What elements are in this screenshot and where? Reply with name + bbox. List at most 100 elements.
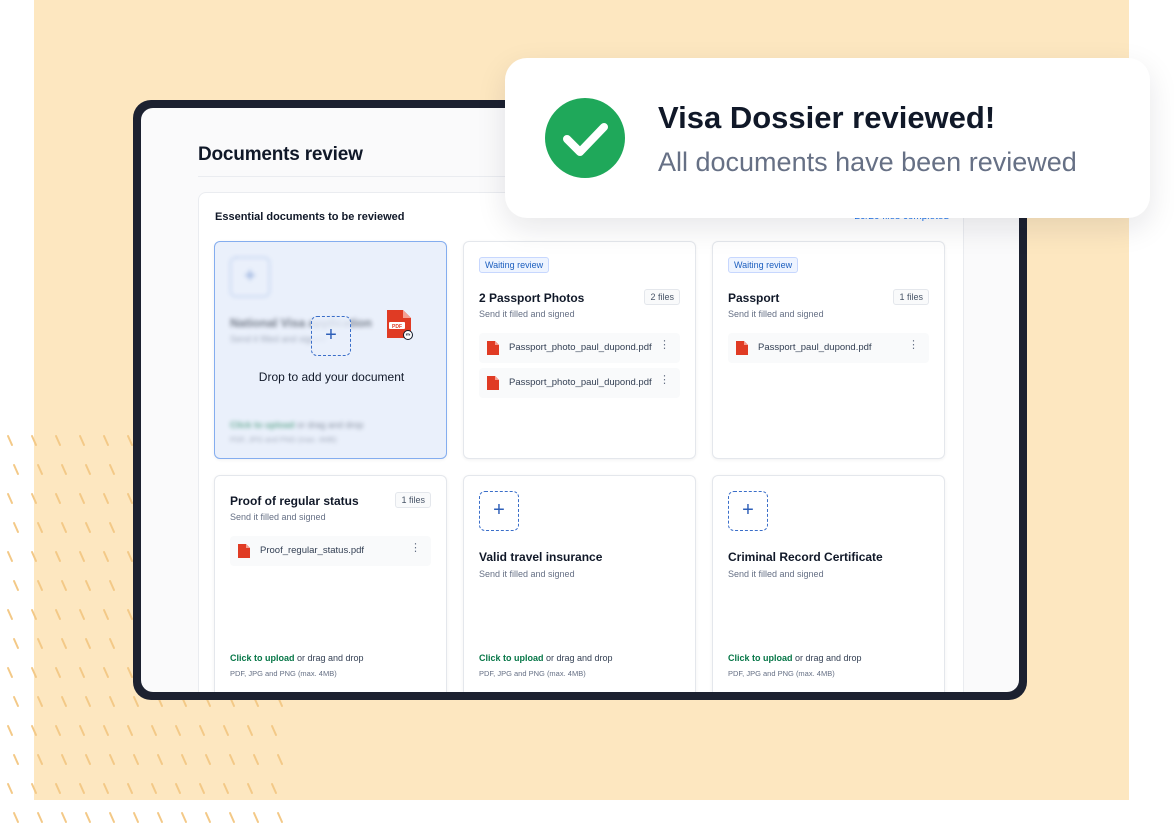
plus-icon: + [230,257,270,297]
decorative-dash [31,725,37,736]
card-subtitle: Send it filled and signed [479,569,575,579]
decorative-dash [103,551,109,562]
file-row[interactable]: Proof_regular_status.pdf ⋮ [230,536,431,566]
card-proof-regular-status[interactable]: Proof of regular status 1 files Send it … [214,475,447,692]
drop-label: Drop to add your document [258,370,405,384]
decorative-dash [55,493,61,504]
decorative-dash [79,667,85,678]
kebab-menu-icon[interactable]: ⋮ [659,340,670,351]
decorative-dash [55,551,61,562]
kebab-menu-icon[interactable]: ⋮ [659,375,670,386]
decorative-dash [85,696,91,707]
decorative-dash [151,725,157,736]
decorative-dash [109,754,115,765]
decorative-dash [85,754,91,765]
decorative-dash [79,435,85,446]
pdf-file-icon [487,341,499,355]
file-count-badge: 2 files [644,289,680,305]
upload-hint: PDF, JPG and PNG (max. 4MB) [728,669,835,678]
card-subtitle: Send it filled and signed [479,309,575,319]
decorative-dash [109,464,115,475]
decorative-dash [103,667,109,678]
decorative-dash [157,812,163,823]
decorative-dash [127,435,133,446]
upload-hint: PDF, JPG and PNG (max. 4MB) [479,669,586,678]
decorative-dash [37,812,43,823]
decorative-dash [13,812,19,823]
decorative-dash [61,580,67,591]
decorative-dash [253,754,259,765]
decorative-dash [13,696,19,707]
upload-hint: PDF, JPG and PNG (max. 4MB) [230,435,337,444]
decorative-dash [133,696,139,707]
decorative-dash [103,725,109,736]
decorative-dash [157,754,163,765]
upload-rest: or drag and drop [543,653,613,663]
decorative-dash [175,725,181,736]
decorative-dash [79,783,85,794]
decorative-dash [127,493,133,504]
upload-instructions[interactable]: Click to upload or drag and drop [728,653,862,663]
decorative-dash [109,580,115,591]
pdf-file-icon [238,544,250,558]
upload-rest: or drag and drop [294,653,364,663]
decorative-dash [61,754,67,765]
decorative-dash [13,754,19,765]
decorative-dash [79,725,85,736]
decorative-dash [7,725,13,736]
upload-rest: or drag and drop [294,420,364,430]
card-travel-insurance[interactable]: + Valid travel insurance Send it filled … [463,475,696,692]
toast-subtitle: All documents have been reviewed [658,147,1077,177]
decorative-dash [223,783,229,794]
decorative-dash [37,464,43,475]
decorative-dash [7,783,13,794]
decorative-dash [253,812,259,823]
file-name: Passport_paul_dupond.pdf [758,342,872,353]
card-passport[interactable]: Waiting review Passport 1 files Send it … [712,241,945,459]
documents-panel: Essential documents to be reviewed 20/20… [198,192,964,692]
upload-link[interactable]: Click to upload [728,653,793,663]
card-title: 2 Passport Photos [479,291,585,305]
dragged-pdf-icon: PDF [387,310,413,340]
pdf-file-icon [487,376,499,390]
card-criminal-record[interactable]: + Criminal Record Certificate Send it fi… [712,475,945,692]
upload-instructions[interactable]: Click to upload or drag and drop [479,653,613,663]
plus-icon[interactable]: + [479,491,519,531]
plus-icon[interactable]: + [728,491,768,531]
decorative-dash [247,783,253,794]
decorative-dash [103,783,109,794]
decorative-dash [37,696,43,707]
upload-link[interactable]: Click to upload [479,653,544,663]
decorative-dash [37,754,43,765]
drop-plus-icon: + [311,316,351,356]
decorative-dash [13,522,19,533]
status-badge: Waiting review [479,257,550,273]
kebab-menu-icon[interactable]: ⋮ [908,340,919,351]
card-national-visa-dropzone[interactable]: + National Visa application Send it fill… [214,241,447,459]
decorative-dash [61,812,67,823]
decorative-dash [31,493,37,504]
decorative-dash [13,464,19,475]
file-row[interactable]: Passport_paul_dupond.pdf ⋮ [728,333,929,363]
decorative-dash [181,754,187,765]
decorative-dash [85,464,91,475]
decorative-dash [85,638,91,649]
upload-instructions[interactable]: Click to upload or drag and drop [230,653,364,663]
upload-link[interactable]: Click to upload [230,653,295,663]
decorative-dash [7,435,13,446]
file-name: Proof_regular_status.pdf [260,545,365,556]
file-row[interactable]: Passport_photo_paul_dupond.pdf ⋮ [479,368,680,398]
decorative-dash [31,783,37,794]
decorative-dash [55,725,61,736]
decorative-dash [79,551,85,562]
decorative-dash [61,464,67,475]
pdf-file-icon [736,341,748,355]
decorative-dash [79,493,85,504]
kebab-menu-icon[interactable]: ⋮ [410,543,421,554]
upload-rest: or drag and drop [792,653,862,663]
upload-link: Click to upload [230,420,295,430]
page-title: Documents review [198,144,363,165]
file-row[interactable]: Passport_photo_paul_dupond.pdf ⋮ [479,333,680,363]
card-passport-photos[interactable]: Waiting review 2 Passport Photos 2 files… [463,241,696,459]
decorative-dash [85,580,91,591]
